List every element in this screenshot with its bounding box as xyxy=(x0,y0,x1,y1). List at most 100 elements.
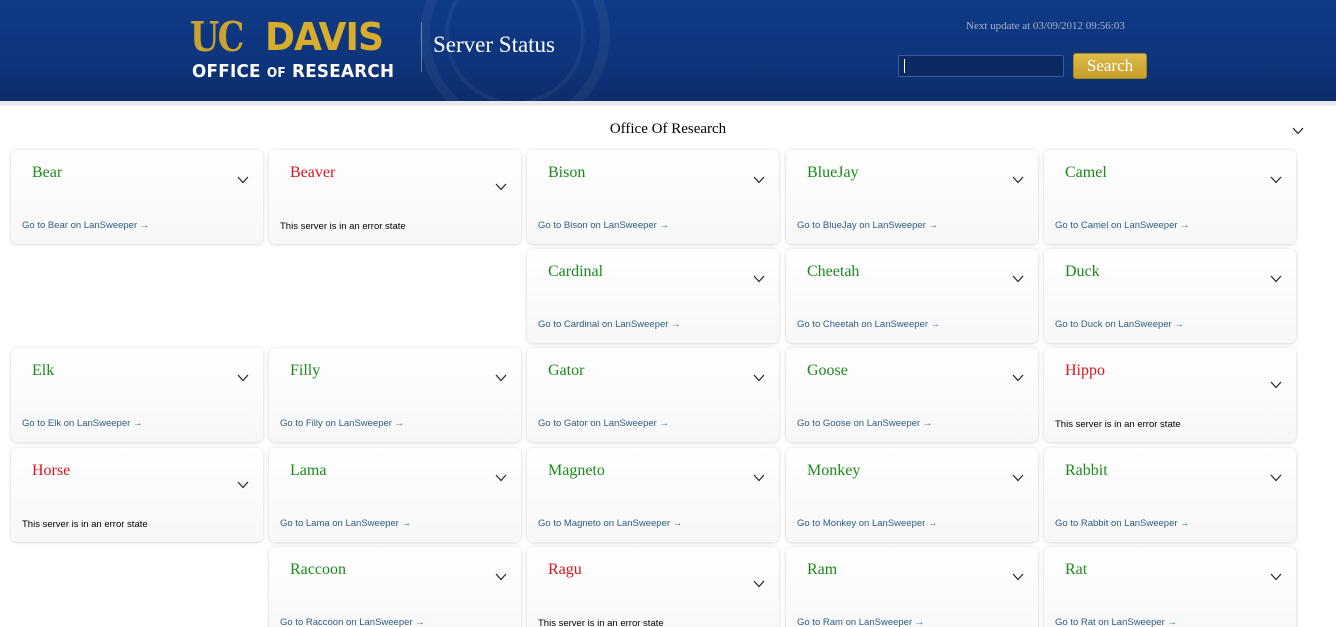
lansweeper-link[interactable]: Go to Cardinal on LanSweeper → xyxy=(538,319,681,330)
error-message: This server is in an error state xyxy=(22,519,148,530)
lansweeper-link[interactable]: Go to Lama on LanSweeper → xyxy=(280,518,411,529)
server-card[interactable]: Cardinal Go to Cardinal on LanSweeper → xyxy=(527,249,779,343)
lansweeper-link[interactable]: Go to BlueJay on LanSweeper → xyxy=(797,220,938,231)
expand-chevron-icon[interactable] xyxy=(1270,474,1282,482)
server-name: Beaver xyxy=(290,164,336,181)
expand-chevron-icon[interactable] xyxy=(1012,573,1024,581)
server-name: Gator xyxy=(548,362,585,379)
expand-chevron-icon[interactable] xyxy=(753,374,765,382)
lansweeper-link[interactable]: Go to Rabbit on LanSweeper → xyxy=(1055,518,1190,529)
lansweeper-link[interactable]: Go to Elk on LanSweeper → xyxy=(22,418,142,429)
server-name: BlueJay xyxy=(807,164,859,181)
expand-chevron-icon[interactable] xyxy=(237,374,249,382)
server-card[interactable]: Goose Go to Goose on LanSweeper → xyxy=(786,348,1038,442)
server-card[interactable]: Duck Go to Duck on LanSweeper → xyxy=(1044,249,1296,343)
server-name: Hippo xyxy=(1065,362,1105,379)
page-header: UC DAVIS OFFICE OF RESEARCH Server Statu… xyxy=(0,0,1336,101)
expand-chevron-icon[interactable] xyxy=(1012,374,1024,382)
error-message: This server is in an error state xyxy=(538,618,664,627)
server-card[interactable]: Lama Go to Lama on LanSweeper → xyxy=(269,448,521,542)
server-card[interactable]: Rat Go to Rat on LanSweeper → xyxy=(1044,547,1296,627)
lansweeper-link[interactable]: Go to Goose on LanSweeper → xyxy=(797,418,932,429)
server-card[interactable]: Raccoon Go to Raccoon on LanSweeper → xyxy=(269,547,521,627)
logo-research-word: RESEARCH xyxy=(285,61,395,82)
server-card[interactable]: Hippo This server is in an error state xyxy=(1044,348,1296,442)
server-card[interactable]: Filly Go to Filly on LanSweeper → xyxy=(269,348,521,442)
expand-chevron-icon[interactable] xyxy=(1012,275,1024,283)
page-title: Server Status xyxy=(433,32,556,57)
server-card[interactable]: Ram Go to Ram on LanSweeper → xyxy=(786,547,1038,627)
server-card[interactable]: Gator Go to Gator on LanSweeper → xyxy=(527,348,779,442)
section-title: Office Of Research xyxy=(609,121,727,137)
server-name: Lama xyxy=(290,462,327,479)
expand-chevron-icon[interactable] xyxy=(753,275,765,283)
lansweeper-link[interactable]: Go to Duck on LanSweeper → xyxy=(1055,319,1184,330)
lansweeper-link[interactable]: Go to Camel on LanSweeper → xyxy=(1055,220,1190,231)
expand-chevron-icon[interactable] xyxy=(1270,275,1282,283)
lansweeper-link[interactable]: Go to Bison on LanSweeper → xyxy=(538,220,669,231)
search-input[interactable] xyxy=(898,55,1064,77)
text-cursor-caret xyxy=(904,59,905,73)
logo-office-of-research: OFFICE OF RESEARCH xyxy=(192,61,394,85)
server-name: Raccoon xyxy=(290,561,346,578)
lansweeper-link[interactable]: Go to Raccoon on LanSweeper → xyxy=(280,617,425,627)
logo-uc-text: UC xyxy=(190,13,244,61)
lansweeper-link[interactable]: Go to Monkey on LanSweeper → xyxy=(797,518,937,529)
server-name: Cheetah xyxy=(807,263,860,280)
server-card[interactable]: Bison Go to Bison on LanSweeper → xyxy=(527,150,779,244)
server-card[interactable]: BlueJay Go to BlueJay on LanSweeper → xyxy=(786,150,1038,244)
error-message: This server is in an error state xyxy=(280,221,406,232)
server-card[interactable]: Horse This server is in an error state xyxy=(11,448,263,542)
error-message: This server is in an error state xyxy=(1055,419,1181,430)
server-name: Ram xyxy=(807,561,838,578)
server-card[interactable]: Bear Go to Bear on LanSweeper → xyxy=(11,150,263,244)
expand-chevron-icon[interactable] xyxy=(753,474,765,482)
server-card[interactable]: Monkey Go to Monkey on LanSweeper → xyxy=(786,448,1038,542)
section-collapse-chevron-icon[interactable] xyxy=(1292,127,1304,135)
expand-chevron-icon[interactable] xyxy=(1270,573,1282,581)
server-name: Elk xyxy=(32,362,55,379)
lansweeper-link[interactable]: Go to Filly on LanSweeper → xyxy=(280,418,404,429)
server-name: Ragu xyxy=(548,561,582,578)
server-card[interactable]: Cheetah Go to Cheetah on LanSweeper → xyxy=(786,249,1038,343)
expand-chevron-icon[interactable] xyxy=(237,481,249,489)
expand-chevron-icon[interactable] xyxy=(753,176,765,184)
server-name: Goose xyxy=(807,362,848,379)
server-name: Bear xyxy=(32,164,63,181)
server-name: Rabbit xyxy=(1065,462,1108,479)
expand-chevron-icon[interactable] xyxy=(1012,474,1024,482)
expand-chevron-icon[interactable] xyxy=(1270,381,1282,389)
expand-chevron-icon[interactable] xyxy=(1012,176,1024,184)
lansweeper-link[interactable]: Go to Magneto on LanSweeper → xyxy=(538,518,682,529)
expand-chevron-icon[interactable] xyxy=(753,580,765,588)
server-name: Camel xyxy=(1065,164,1107,181)
server-card[interactable]: Rabbit Go to Rabbit on LanSweeper → xyxy=(1044,448,1296,542)
lansweeper-link[interactable]: Go to Cheetah on LanSweeper → xyxy=(797,319,940,330)
server-card[interactable]: Magneto Go to Magneto on LanSweeper → xyxy=(527,448,779,542)
server-card[interactable]: Camel Go to Camel on LanSweeper → xyxy=(1044,150,1296,244)
expand-chevron-icon[interactable] xyxy=(495,183,507,191)
ucdavis-logo[interactable]: UC DAVIS OFFICE OF RESEARCH xyxy=(190,15,410,85)
expand-chevron-icon[interactable] xyxy=(495,374,507,382)
server-card[interactable]: Elk Go to Elk on LanSweeper → xyxy=(11,348,263,442)
server-name: Cardinal xyxy=(548,263,604,280)
expand-chevron-icon[interactable] xyxy=(1270,176,1282,184)
server-name: Duck xyxy=(1065,263,1100,280)
lansweeper-link[interactable]: Go to Bear on LanSweeper → xyxy=(22,220,149,231)
server-name: Monkey xyxy=(807,462,861,479)
expand-chevron-icon[interactable] xyxy=(495,474,507,482)
search-button[interactable]: Search xyxy=(1073,53,1147,79)
next-update-timestamp: Next update at 03/09/2012 09:56:03 xyxy=(966,20,1125,32)
expand-chevron-icon[interactable] xyxy=(237,176,249,184)
lansweeper-link[interactable]: Go to Rat on LanSweeper → xyxy=(1055,617,1177,627)
lansweeper-link[interactable]: Go to Gator on LanSweeper → xyxy=(538,418,669,429)
header-bottom-strip xyxy=(0,101,1336,106)
server-card[interactable]: Beaver This server is in an error state xyxy=(269,150,521,244)
lansweeper-link[interactable]: Go to Ram on LanSweeper → xyxy=(797,617,924,627)
server-name: Filly xyxy=(290,362,321,379)
logo-davis-text: DAVIS xyxy=(265,15,384,59)
expand-chevron-icon[interactable] xyxy=(495,573,507,581)
server-card[interactable]: Ragu This server is in an error state xyxy=(527,547,779,627)
logo-of-word: OF xyxy=(266,66,286,81)
server-name: Magneto xyxy=(548,462,605,479)
